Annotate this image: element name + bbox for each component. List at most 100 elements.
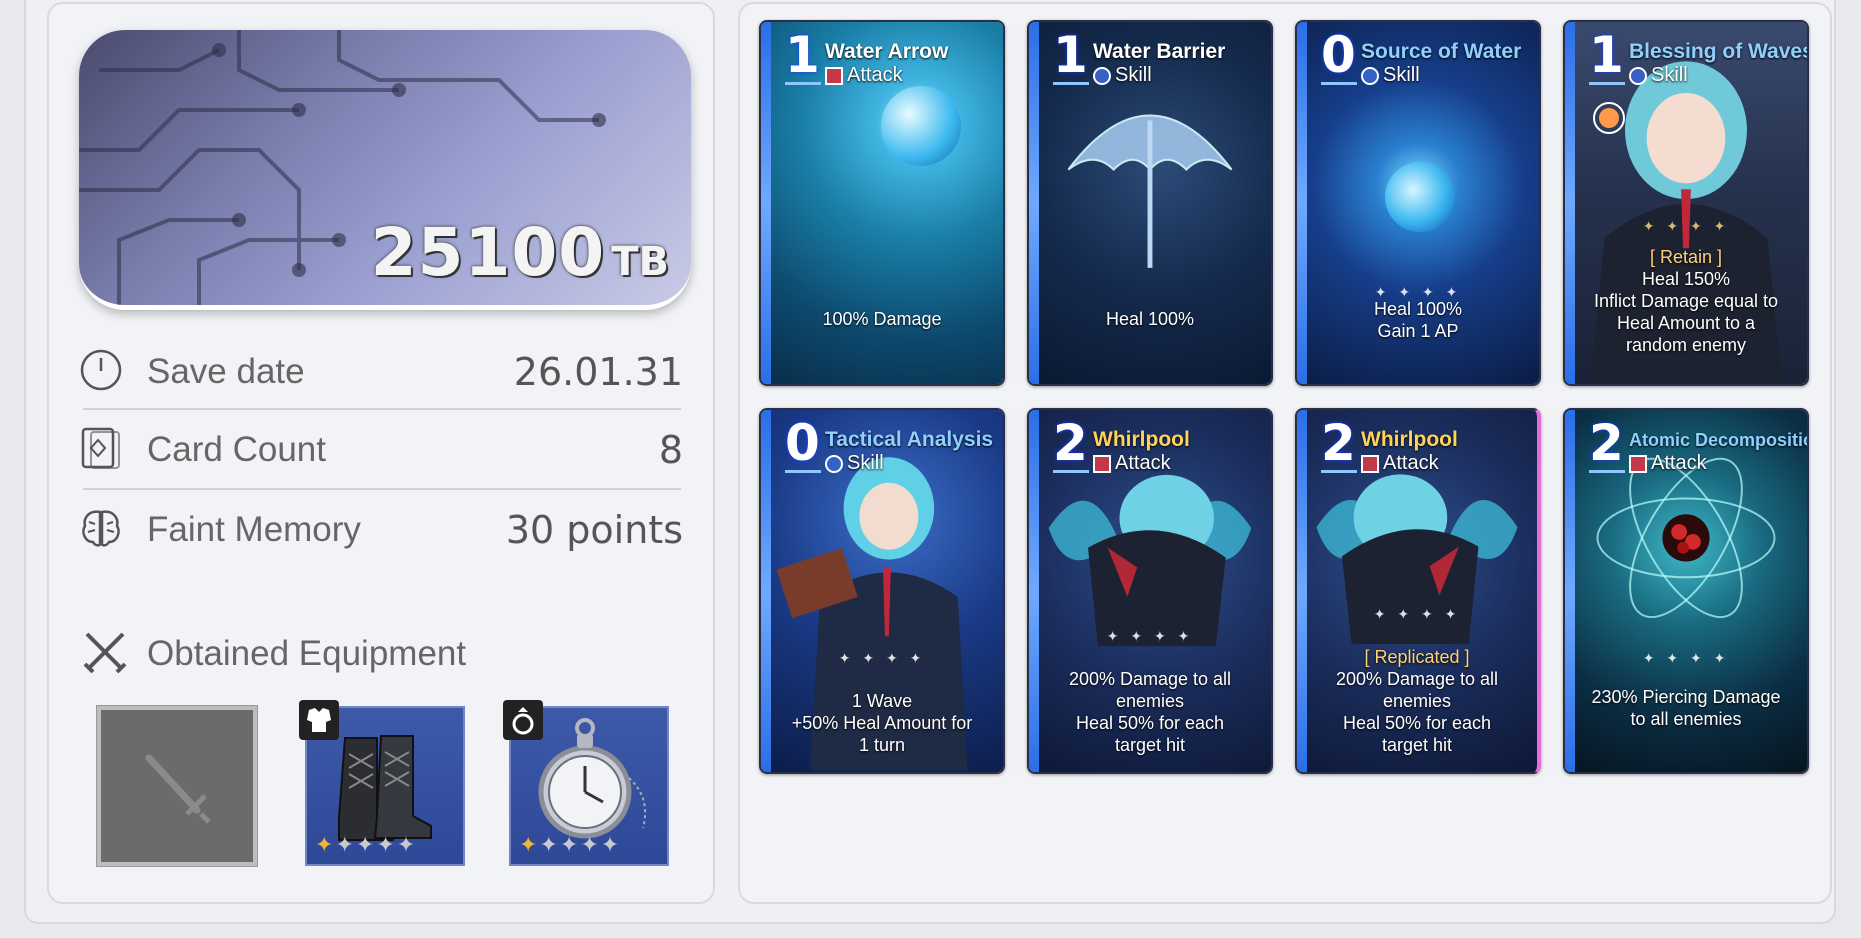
card-name: Source of Water — [1361, 40, 1522, 63]
rarity-stars: ✦ ✦ ✦ ✦ ✦ — [519, 832, 620, 857]
card-desc-line: +50% Heal Amount for — [791, 713, 973, 733]
card-type-label: Skill — [1383, 64, 1420, 86]
skill-icon — [1093, 66, 1111, 85]
card-desc-line: 200% Damage to all — [1068, 669, 1232, 689]
skill-icon — [825, 454, 843, 473]
card-name: Tactical Analysis — [825, 428, 994, 451]
card-type-label: Skill — [847, 452, 884, 474]
card-tag: [ Replicated ] — [1364, 647, 1470, 667]
divider — [83, 488, 681, 490]
ring-icon — [503, 700, 543, 740]
sparkle-divider: ✦ ✦ ✦ ✦ — [1106, 628, 1194, 644]
card-desc-line: 100% Damage — [822, 309, 942, 329]
card-cost: 0 — [785, 414, 820, 472]
card-desc-line: to all enemies — [1630, 709, 1742, 729]
card-desc-line: target hit — [1114, 735, 1186, 755]
card-desc-line: enemies — [1115, 691, 1185, 711]
card-water-arrow[interactable]: 1 Water Arrow Attack 100% Damage — [759, 20, 1005, 386]
faint-memory-label: Faint Memory — [147, 510, 361, 549]
equipment-slot-pocket-watch[interactable]: ✦ ✦ ✦ ✦ ✦ — [503, 700, 669, 866]
equipment-slot-weapon-empty[interactable] — [97, 706, 257, 866]
card-type-label: Attack — [1651, 452, 1707, 474]
card-count-row: Card Count 8 — [79, 412, 683, 488]
cards-icon — [81, 427, 120, 469]
card-cost: 2 — [1321, 414, 1356, 472]
card-name: Whirlpool — [1361, 428, 1458, 451]
card-tag: [ Retain ] — [1649, 247, 1723, 267]
card-description: [ Replicated ] 200% Damage to all enemie… — [1309, 646, 1525, 756]
retain-target-icon — [1593, 102, 1625, 134]
card-description: 100% Damage — [773, 308, 991, 330]
card-type-label: Attack — [847, 64, 903, 86]
skill-icon — [1629, 66, 1647, 85]
crossed-swords-icon — [83, 632, 127, 674]
card-desc-line: Heal 100% — [1105, 309, 1195, 329]
card-cost: 2 — [1589, 414, 1624, 472]
attack-icon — [1093, 454, 1111, 473]
card-name: Whirlpool — [1093, 428, 1190, 451]
card-description: 230% Piercing Damage to all enemies — [1577, 686, 1795, 730]
card-description: 1 Wave +50% Heal Amount for 1 turn — [773, 690, 991, 756]
currency-unit: TB — [611, 239, 669, 285]
card-type-label: Attack — [1115, 452, 1171, 474]
card-blessing-of-waves[interactable]: ✦ ✦ ✦ ✦ 1 Blessing of Waves Skill [ Reta… — [1563, 20, 1809, 386]
card-cost: 1 — [1053, 26, 1088, 84]
card-desc-line: Heal Amount to a — [1616, 313, 1756, 333]
card-desc-line: Heal 150% — [1641, 269, 1731, 289]
attack-icon — [1629, 454, 1647, 473]
card-type: Skill — [1361, 64, 1420, 87]
equipment-slot-boots[interactable]: ✦ ✦ ✦ ✦ ✦ — [299, 700, 465, 866]
card-cost: 1 — [1589, 26, 1624, 84]
attack-icon — [825, 66, 843, 85]
skill-icon — [1361, 66, 1379, 85]
card-type: Skill — [1629, 64, 1688, 87]
equipment-title: Obtained Equipment — [147, 634, 467, 673]
faint-memory-value: 30 points — [505, 508, 683, 552]
attack-icon — [1361, 454, 1379, 473]
card-desc-line: target hit — [1381, 735, 1453, 755]
card-type-label: Skill — [1115, 64, 1152, 86]
card-desc-line: random enemy — [1625, 335, 1747, 355]
card-desc-line: Inflict Damage equal to — [1593, 291, 1779, 311]
currency-amount: 25100 TB — [371, 214, 669, 291]
card-cost: 2 — [1053, 414, 1088, 472]
sword-icon — [145, 754, 211, 824]
rarity-stars: ✦ ✦ ✦ ✦ ✦ — [315, 832, 416, 857]
card-count-label: Card Count — [147, 430, 326, 469]
currency-value: 25100 — [370, 214, 606, 291]
card-desc-line: Heal 50% for each — [1075, 713, 1225, 733]
clock-icon — [80, 349, 122, 391]
card-count-value: 8 — [658, 428, 683, 472]
card-description: Heal 100% — [1041, 308, 1259, 330]
run-info-panel: 25100 TB Save date 26.01.31 Card Count 8 … — [47, 2, 715, 904]
card-type: Attack — [1629, 452, 1707, 475]
save-date-row: Save date 26.01.31 — [79, 334, 683, 410]
card-atomic-decomposition[interactable]: ✦ ✦ ✦ ✦ 2 Atomic Decomposition Attack 23… — [1563, 408, 1809, 774]
card-cost: 0 — [1321, 26, 1356, 84]
card-desc-line: 1 turn — [858, 735, 906, 755]
save-date-value: 26.01.31 — [513, 350, 683, 394]
card-description: [ Retain ] Heal 150% Inflict Damage equa… — [1577, 246, 1795, 356]
card-water-barrier[interactable]: 1 Water Barrier Skill Heal 100% — [1027, 20, 1273, 386]
card-whirlpool-replicated[interactable]: ✦ ✦ ✦ ✦ 2 Whirlpool Attack [ Replicated … — [1295, 408, 1541, 774]
card-name: Water Barrier — [1093, 40, 1226, 63]
card-type: Attack — [1093, 452, 1171, 475]
card-desc-line: Heal 50% for each — [1342, 713, 1492, 733]
card-desc-line: Gain 1 AP — [1377, 321, 1459, 341]
card-tactical-analysis[interactable]: ✦ ✦ ✦ ✦ 0 Tactical Analysis Skill 1 Wave… — [759, 408, 1005, 774]
card-desc-line: enemies — [1382, 691, 1452, 711]
card-desc-line: 230% Piercing Damage — [1591, 687, 1781, 707]
card-type-label: Attack — [1383, 452, 1439, 474]
card-type: Skill — [825, 452, 884, 475]
faint-memory-row: Faint Memory 30 points — [79, 492, 683, 568]
sparkle-divider: ✦ ✦ ✦ ✦ — [1642, 650, 1730, 666]
card-desc-line: 1 Wave — [851, 691, 913, 711]
brain-icon — [82, 510, 120, 547]
card-type: Skill — [1093, 64, 1152, 87]
card-source-of-water[interactable]: ✦ ✦ ✦ ✦ 0 Source of Water Skill Heal 100… — [1295, 20, 1541, 386]
card-type: Attack — [1361, 452, 1439, 475]
card-desc-line: 200% Damage to all — [1335, 669, 1499, 689]
armor-icon — [299, 700, 339, 740]
card-whirlpool[interactable]: ✦ ✦ ✦ ✦ 2 Whirlpool Attack 200% Damage t… — [1027, 408, 1273, 774]
save-date-label: Save date — [147, 352, 305, 391]
